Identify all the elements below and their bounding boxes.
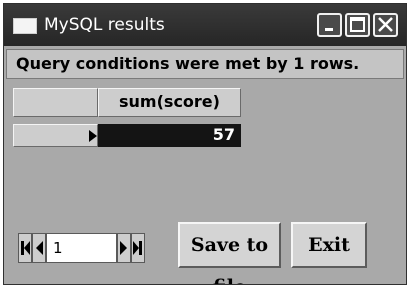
record-number-input[interactable] <box>46 233 117 263</box>
exit-button[interactable]: Exit <box>291 222 367 268</box>
close-icon <box>378 17 393 32</box>
save-to-file-button[interactable]: Save to file <box>178 222 281 284</box>
maximize-icon <box>350 17 365 32</box>
current-row-arrow-icon <box>89 130 97 142</box>
data-cell[interactable]: 57 <box>98 124 241 147</box>
close-button[interactable] <box>373 13 398 37</box>
last-record-icon <box>133 241 142 255</box>
previous-record-button[interactable] <box>32 233 46 263</box>
grid-corner-cell <box>13 88 98 117</box>
row-indicator[interactable] <box>13 124 98 147</box>
minimize-icon <box>325 28 333 31</box>
minimize-button[interactable] <box>317 13 342 37</box>
first-record-icon <box>21 241 30 255</box>
status-message: Query conditions were met by 1 rows. <box>16 54 360 73</box>
column-header[interactable]: sum(score) <box>98 88 241 117</box>
title-bar[interactable]: MySQL results <box>4 4 406 46</box>
last-record-button[interactable] <box>131 233 145 263</box>
previous-record-icon <box>36 241 43 255</box>
status-bar: Query conditions were met by 1 rows. <box>6 49 404 79</box>
maximize-button[interactable] <box>345 13 370 37</box>
window-icon <box>13 18 37 34</box>
window-title: MySQL results <box>44 15 165 35</box>
results-window: MySQL results Query conditions were met … <box>3 3 407 285</box>
next-record-button[interactable] <box>117 233 131 263</box>
first-record-button[interactable] <box>18 233 32 263</box>
next-record-icon <box>120 241 127 255</box>
